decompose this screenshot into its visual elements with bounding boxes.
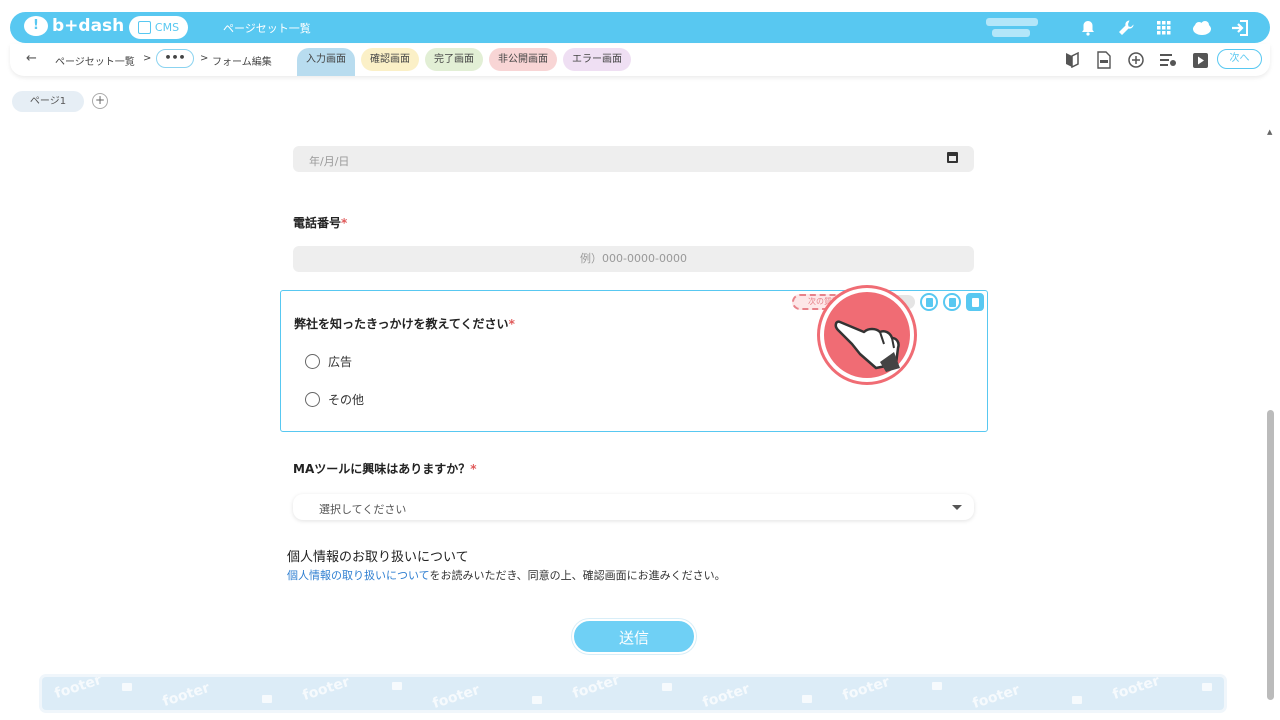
trash-icon[interactable] [943,293,961,311]
breadcrumb-page-set-list[interactable]: ページセット一覧 [55,53,135,68]
radio-option-other[interactable]: その他 [305,391,364,408]
screen-tabs: 入力画面 確認画面 完了画面 非公開画面 エラー画面 [297,48,631,76]
scrollbar[interactable]: ▲ [1267,128,1274,718]
required-mark: * [470,462,477,476]
breadcrumb-form-edit: フォーム編集 [212,57,272,68]
top-header: ! b+dash CMS ページセット一覧 [10,12,1270,43]
footer-watermark: footer [700,680,752,710]
image-icon [802,695,812,703]
app-logo[interactable]: ! b+dash [24,16,124,36]
image-icon [122,683,132,691]
tab-confirm-screen[interactable]: 確認画面 [361,48,419,71]
breadcrumb-separator: > [200,53,209,64]
ma-label-text: MAツールに興味はありますか？ [293,462,471,476]
edit-icon [137,21,151,34]
user-info-blurred [986,15,1046,40]
cloud-icon[interactable] [1190,16,1214,40]
beginner-mark-icon[interactable] [1062,50,1082,70]
submit-button[interactable]: 送信 [572,619,696,654]
tab-private-screen[interactable]: 非公開画面 [489,48,557,71]
radio-label: 広告 [328,355,353,369]
tab-input-screen[interactable]: 入力画面 [297,48,355,76]
privacy-title: 個人情報のお取り扱いについて [287,550,469,565]
date-placeholder: 年/月/日 [309,155,350,168]
sub-toolbar: ← ページセット一覧 > ••• > フォーム編集 入力画面 確認画面 完了画面… [10,44,1270,76]
image-icon [392,682,402,690]
settings-list-icon[interactable] [1158,50,1178,70]
logo-text: b+dash [52,16,125,36]
question-label-text: 弊社を知ったきっかけを教えてください [294,317,509,331]
image-icon [1072,696,1082,704]
chevron-down-icon [952,505,962,510]
privacy-text-body: をお読みいただき、同意の上、確認画面にお進みください。 [429,569,726,582]
radio-option-ad[interactable]: 広告 [305,353,352,370]
back-arrow-icon[interactable]: ← [26,51,37,66]
grid-icon[interactable] [1152,16,1176,40]
radio-label: その他 [328,393,365,407]
breadcrumb-separator: > [143,53,152,64]
edit-icon[interactable] [966,293,984,311]
logo-mark: ! [24,16,48,36]
tab-complete-screen[interactable]: 完了画面 [425,48,483,71]
plus-circle-icon[interactable] [1126,50,1146,70]
footer-watermark: footer [970,681,1022,710]
footer-watermark: footer [52,677,104,703]
footer-watermark: footer [840,677,892,705]
footer-watermark: footer [1110,677,1162,704]
image-icon [262,695,272,703]
tel-label: 電話番号* [293,214,347,231]
select-value: 選択してください [319,503,407,516]
copy-icon[interactable] [920,293,938,311]
radio-button[interactable] [305,354,320,369]
question-label: 弊社を知ったきっかけを教えてください* [294,315,515,332]
image-icon [1202,683,1212,691]
logout-icon[interactable] [1228,16,1252,40]
pointing-hand-icon [820,288,914,382]
image-icon [662,683,672,691]
tel-label-text: 電話番号 [293,216,342,230]
privacy-text: 個人情報の取り扱いについてをお読みいただき、同意の上、確認画面にお進みください。 [287,567,726,583]
ma-select[interactable]: 選択してください [293,494,974,520]
html-file-icon[interactable] [1094,50,1114,70]
date-input[interactable]: 年/月/日 [293,146,974,172]
footer-watermark: footer [570,677,622,703]
scroll-up-arrow-icon[interactable]: ▲ [1267,128,1274,136]
ma-label: MAツールに興味はありますか？* [293,460,477,477]
cms-label: CMS [154,21,180,34]
privacy-link[interactable]: 個人情報の取り扱いについて [287,569,429,582]
image-icon [932,682,942,690]
radio-button[interactable] [305,392,320,407]
footer-watermark: footer [300,677,352,705]
play-icon[interactable] [1190,50,1210,70]
bell-icon[interactable] [1076,16,1100,40]
add-page-button[interactable]: + [92,93,108,109]
footer-block[interactable]: footer footer footer footer footer foote… [42,677,1224,710]
required-mark: * [341,216,348,230]
header-title: ページセット一覧 [223,22,311,35]
cms-button[interactable]: CMS [129,16,188,39]
footer-watermark: footer [430,681,482,710]
scroll-thumb[interactable] [1267,410,1274,700]
required-mark: * [508,317,515,331]
tel-input[interactable]: 例）000-0000-0000 [293,246,974,272]
image-icon [532,696,542,704]
tab-error-screen[interactable]: エラー画面 [563,48,631,71]
page-tab-1[interactable]: ページ1 [12,91,84,112]
calendar-icon[interactable] [947,152,958,163]
wrench-icon[interactable] [1114,16,1138,40]
breadcrumb-more-button[interactable]: ••• [156,49,194,68]
next-button[interactable]: 次へ [1217,49,1262,69]
footer-watermark: footer [160,679,212,710]
